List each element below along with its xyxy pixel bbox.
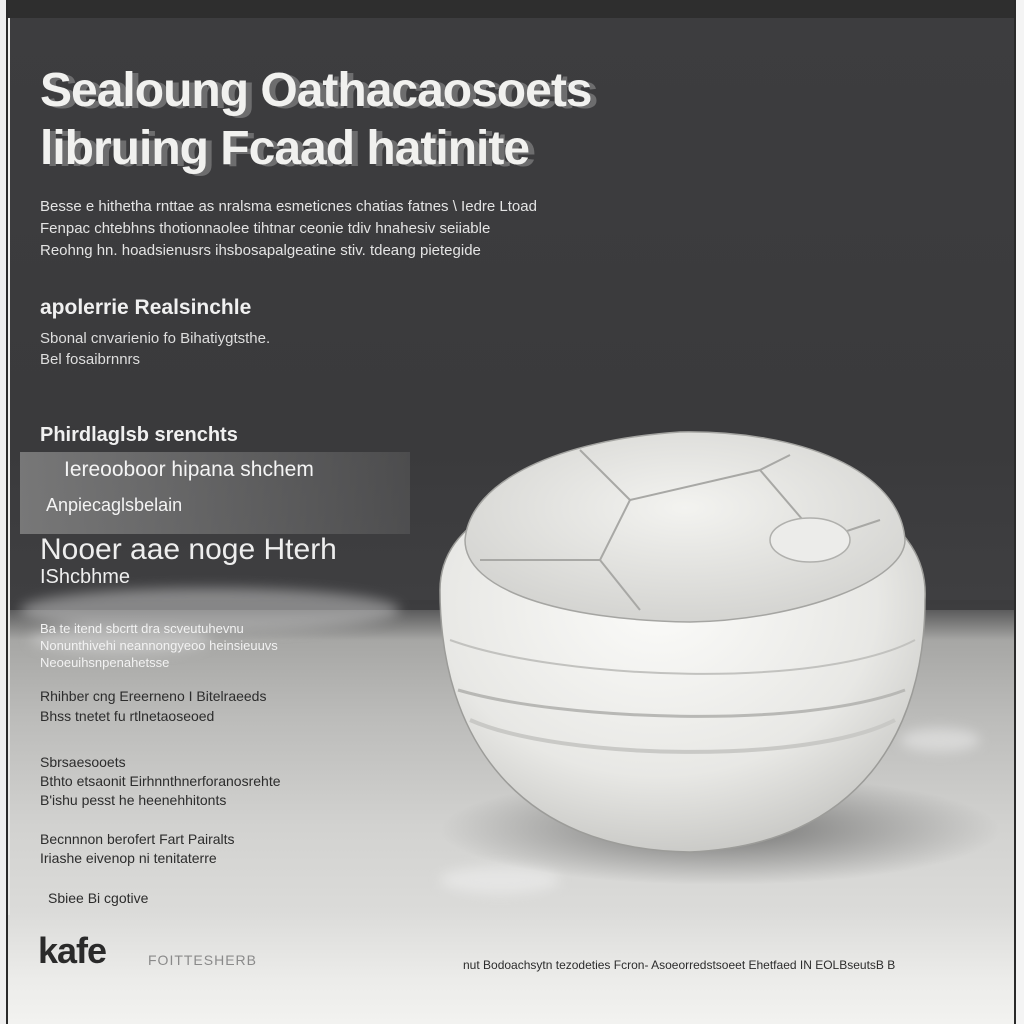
section-1-line: Sbonal cnvarienio fo Bihatiygtsthe. xyxy=(40,330,271,347)
brand-tagline: FOITTESHERB xyxy=(148,952,258,968)
list-item: Bthto etsaonit Eirhnnthnerforanosrehte xyxy=(40,773,281,789)
list-3: Sbrsaesooets Bthto etsaonit Eirhnnthnerf… xyxy=(40,753,281,810)
section-1-line: Bel fosaibrnnrs xyxy=(40,351,141,368)
list-item: Neoeuihsnpenahetsse xyxy=(40,655,170,670)
list-item: Nonunthivehi neannongyeoo heinsieuuvs xyxy=(40,638,278,653)
poster: Sealoung Oathacaosoets libruing Fcaad ha… xyxy=(0,0,1024,1024)
section-3-subline: IShcbhme xyxy=(40,566,131,588)
list-item: Iriashe eivenop ni tenitaterre xyxy=(40,850,217,866)
section-2-heading: Phirdlaglsb srenchts xyxy=(40,424,238,446)
tiny-note: Sbiee Bi cgotive xyxy=(48,890,149,906)
title-line-1: Sealoung Oathacaosoets xyxy=(40,64,592,117)
band-line-2: Anpiecaglsbelain xyxy=(46,495,183,515)
poster-title: Sealoung Oathacaosoets libruing Fcaad ha… xyxy=(40,62,592,178)
list-item: Bhss tnetet fu rtlnetaoseoed xyxy=(40,708,215,724)
list-item: B'ishu pesst he heenehhitonts xyxy=(40,792,227,808)
brand-logo: kafe xyxy=(38,930,107,971)
intro-line: Reohng hn. hoadsienusrs ihsbosapalgeatin… xyxy=(40,242,481,259)
list-item: Becnnnon berofert Fart Pairalts xyxy=(40,831,235,847)
title-line-2: libruing Fcaad hatinite xyxy=(40,122,530,175)
list-4: Becnnnon berofert Fart Pairalts Iriashe … xyxy=(40,830,235,868)
list-1: Ba te itend sbcrtt dra scveutuhevnu Nonu… xyxy=(40,620,278,671)
list-item: Rhihber cng Ereerneno I Bitelraeeds xyxy=(40,688,267,704)
footer-text: nut Bodoachsytn tezodeties Fcron- Asoeor… xyxy=(463,958,896,972)
list-2: Rhihber cng Ereerneno I Bitelraeeds Bhss… xyxy=(40,686,266,726)
section-1-body: Sbonal cnvarienio fo Bihatiygtsthe. Bel … xyxy=(40,328,270,370)
intro-line: Besse e hithetha rnttae as nralsma esmet… xyxy=(40,198,537,215)
list-item: Ba te itend sbcrtt dra scveutuhevnu xyxy=(40,621,244,636)
band-line-1: Iereooboor hipana shchem xyxy=(64,458,314,481)
section-3-heading: Nooer aae noge Hterh xyxy=(40,533,337,566)
intro-paragraph: Besse e hithetha rnttae as nralsma esmet… xyxy=(40,196,620,262)
list-item: Sbrsaesooets xyxy=(40,754,126,770)
section-1-heading: apolerrie Realsinchle xyxy=(40,296,252,319)
intro-line: Fenpac chtebhns thotionnaolee tihtnar ce… xyxy=(40,220,491,237)
